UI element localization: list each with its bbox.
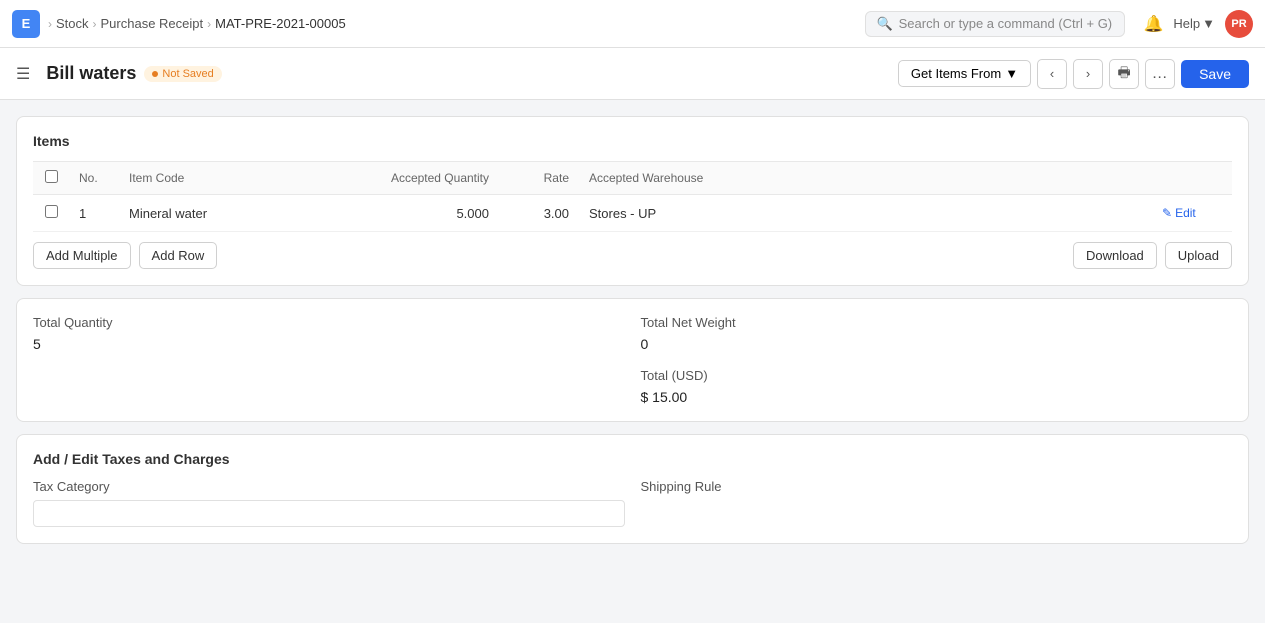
save-button[interactable]: Save	[1181, 60, 1249, 88]
total-net-weight-value: 0	[641, 336, 1233, 352]
table-footer-left: Add Multiple Add Row	[33, 242, 217, 269]
help-menu[interactable]: Help ▼	[1173, 16, 1215, 31]
main-content: Items No. Item Code Accepted Quantity Ra…	[0, 100, 1265, 560]
tax-category-input[interactable]	[33, 500, 625, 527]
breadcrumb-current: MAT-PRE-2021-00005	[215, 16, 346, 31]
table-footer-right: Download Upload	[1073, 242, 1232, 269]
download-button[interactable]: Download	[1073, 242, 1157, 269]
toolbar: ☰ Bill waters Not Saved Get Items From ▼…	[0, 48, 1265, 100]
next-button[interactable]: ›	[1073, 59, 1103, 89]
header-warehouse: Accepted Warehouse	[579, 162, 1152, 195]
search-placeholder: Search or type a command (Ctrl + G)	[899, 16, 1113, 31]
total-quantity-value: 5	[33, 336, 625, 352]
select-all-checkbox[interactable]	[45, 170, 58, 183]
total-quantity-section: Total Quantity 5	[33, 315, 625, 405]
menu-icon[interactable]: ☰	[16, 64, 30, 84]
total-usd-label: Total (USD)	[641, 368, 1233, 383]
total-right-section: Total Net Weight 0 Total (USD) $ 15.00	[641, 315, 1233, 405]
header-rate: Rate	[499, 162, 579, 195]
not-saved-label: Not Saved	[162, 68, 213, 80]
document-title: Bill waters	[46, 63, 136, 84]
row-checkbox[interactable]	[45, 205, 58, 218]
chevron-down-icon: ▼	[1202, 16, 1215, 31]
edit-icon: ✎	[1162, 206, 1172, 220]
edit-row-button[interactable]: ✎ Edit	[1162, 206, 1196, 220]
breadcrumb: › Stock › Purchase Receipt › MAT-PRE-202…	[48, 16, 346, 31]
notification-bell-icon[interactable]: 🔔	[1143, 14, 1163, 34]
taxes-section-title: Add / Edit Taxes and Charges	[33, 451, 1232, 467]
row-rate: 3.00	[499, 195, 579, 232]
tax-category-section: Tax Category	[33, 479, 625, 527]
taxes-card: Add / Edit Taxes and Charges Tax Categor…	[16, 434, 1249, 544]
get-items-button[interactable]: Get Items From ▼	[898, 60, 1031, 87]
upload-button[interactable]: Upload	[1165, 242, 1232, 269]
nav-right: 🔔 Help ▼ PR	[1143, 10, 1253, 38]
total-net-weight-label: Total Net Weight	[641, 315, 1233, 330]
row-warehouse: Stores - UP	[579, 195, 1152, 232]
shipping-rule-label: Shipping Rule	[641, 479, 1233, 494]
total-quantity-label: Total Quantity	[33, 315, 625, 330]
breadcrumb-purchase-receipt[interactable]: Purchase Receipt	[101, 16, 204, 31]
more-options-button[interactable]: …	[1145, 59, 1175, 89]
row-checkbox-cell	[33, 195, 69, 232]
add-row-button[interactable]: Add Row	[139, 242, 218, 269]
user-avatar[interactable]: PR	[1225, 10, 1253, 38]
toolbar-actions: Get Items From ▼ ‹ › 🖶 … Save	[898, 59, 1249, 89]
table-row: 1 Mineral water 5.000 3.00 Stores - UP ✎…	[33, 195, 1232, 232]
not-saved-dot	[152, 71, 158, 77]
header-actions	[1152, 162, 1232, 195]
prev-button[interactable]: ‹	[1037, 59, 1067, 89]
breadcrumb-stock[interactable]: Stock	[56, 16, 89, 31]
items-table: No. Item Code Accepted Quantity Rate Acc…	[33, 161, 1232, 232]
total-usd-value: $ 15.00	[641, 389, 1233, 405]
header-checkbox-col	[33, 162, 69, 195]
chevron-icon-2: ›	[93, 17, 97, 31]
chevron-down-icon: ▼	[1005, 66, 1018, 81]
print-button[interactable]: 🖶	[1109, 59, 1139, 89]
app-icon[interactable]: E	[12, 10, 40, 38]
row-accepted-qty: 5.000	[339, 195, 499, 232]
table-footer: Add Multiple Add Row Download Upload	[33, 242, 1232, 269]
header-item-code: Item Code	[119, 162, 339, 195]
search-bar[interactable]: 🔍 Search or type a command (Ctrl + G)	[865, 11, 1125, 37]
chevron-icon-3: ›	[207, 17, 211, 31]
totals-grid: Total Quantity 5 Total Net Weight 0 Tota…	[33, 315, 1232, 405]
chevron-icon: ›	[48, 17, 52, 31]
row-actions: ✎ Edit	[1152, 195, 1232, 232]
add-multiple-button[interactable]: Add Multiple	[33, 242, 131, 269]
totals-card: Total Quantity 5 Total Net Weight 0 Tota…	[16, 298, 1249, 422]
tax-category-label: Tax Category	[33, 479, 625, 494]
row-number: 1	[69, 195, 119, 232]
items-card: Items No. Item Code Accepted Quantity Ra…	[16, 116, 1249, 286]
taxes-grid: Tax Category Shipping Rule	[33, 479, 1232, 527]
row-item-code[interactable]: Mineral water	[119, 195, 339, 232]
shipping-rule-section: Shipping Rule	[641, 479, 1233, 527]
header-accepted-qty: Accepted Quantity	[339, 162, 499, 195]
header-no: No.	[69, 162, 119, 195]
items-section-title: Items	[33, 133, 1232, 149]
not-saved-badge: Not Saved	[144, 66, 221, 82]
search-icon: 🔍	[876, 16, 892, 32]
top-navigation: E › Stock › Purchase Receipt › MAT-PRE-2…	[0, 0, 1265, 48]
